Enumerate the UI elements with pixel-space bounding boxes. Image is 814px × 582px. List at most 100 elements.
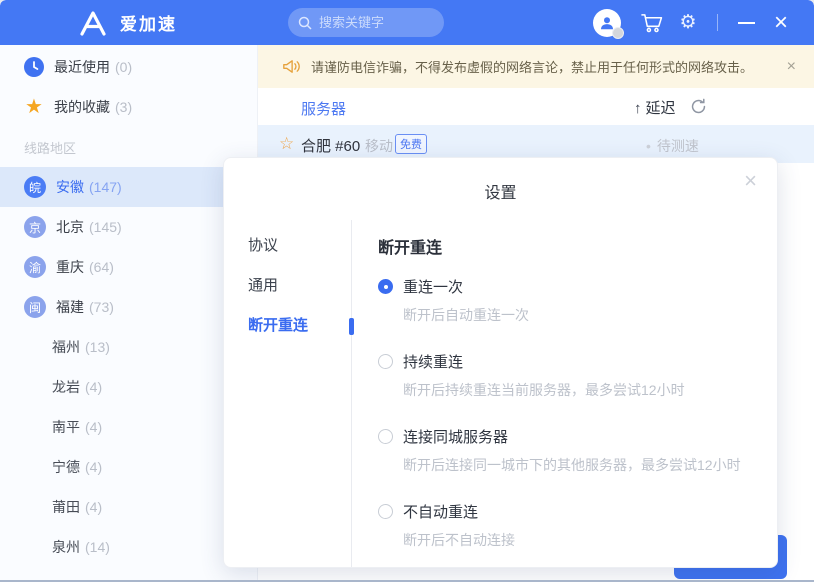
city-count: (4)	[85, 419, 103, 435]
option-label: 连接同城服务器	[403, 429, 509, 446]
option-reconnect-once[interactable]: 重连一次 断开后自动重连一次	[378, 276, 747, 325]
option-label: 不自动重连	[403, 504, 479, 521]
avatar-status-badge	[612, 26, 624, 39]
search-input[interactable]	[319, 15, 429, 30]
app-title: 爱加速	[120, 15, 177, 34]
option-desc: 断开后自动重连一次	[403, 307, 529, 323]
sidebar-item-fuzhou[interactable]: 福州 (13)	[0, 327, 257, 367]
clock-icon	[24, 57, 44, 77]
gear-icon[interactable]: ⚙	[676, 0, 700, 45]
region-count: (145)	[89, 219, 122, 235]
radio-icon[interactable]	[378, 429, 393, 444]
sidebar: 最近使用 (0) ★ 我的收藏 (3) 线路地区 皖 安徽 (147) 京 北京…	[0, 45, 258, 580]
tab-reconnect[interactable]: 断开重连	[224, 306, 354, 346]
app-logo: 爱加速	[78, 0, 177, 45]
sidebar-item-recent[interactable]: 最近使用 (0)	[0, 47, 257, 87]
search-icon	[298, 16, 312, 30]
tab-general[interactable]: 通用	[224, 266, 351, 306]
city-count: (14)	[85, 539, 110, 555]
region-label: 重庆	[56, 259, 84, 275]
region-label: 福建	[56, 299, 84, 315]
refresh-icon[interactable]	[690, 98, 707, 115]
city-label: 泉州	[52, 539, 80, 555]
region-count: (64)	[89, 259, 114, 275]
city-count: (13)	[85, 339, 110, 355]
free-badge: 免费	[395, 134, 427, 154]
banner-text: 请谨防电信诈骗，不得发布虚假的网络言论，禁止用于任何形式的网络攻击。	[311, 60, 754, 75]
city-label: 福州	[52, 339, 80, 355]
reconnect-settings-pane: 断开重连 重连一次 断开后自动重连一次 持续重连 断开后持续重连当前服务器，最多…	[352, 220, 777, 567]
city-count: (4)	[85, 499, 103, 515]
city-count: (4)	[85, 379, 103, 395]
sidebar-item-count: (0)	[115, 59, 133, 75]
megaphone-icon	[282, 58, 301, 75]
region-count: (73)	[89, 299, 114, 315]
option-desc: 断开后持续重连当前服务器，最多尝试12小时	[403, 382, 685, 398]
banner-close-icon[interactable]: ×	[787, 58, 796, 76]
region-label: 北京	[56, 219, 84, 235]
option-same-city-server[interactable]: 连接同城服务器 断开后连接同一城市下的其他服务器，最多尝试12小时	[378, 426, 747, 475]
minimize-button[interactable]	[733, 0, 759, 45]
region-label: 安徽	[56, 179, 84, 195]
sidebar-item-clipped[interactable]: 三明	[0, 567, 257, 580]
option-continuous-reconnect[interactable]: 持续重连 断开后持续重连当前服务器，最多尝试12小时	[378, 351, 747, 400]
option-label: 持续重连	[403, 354, 464, 371]
latency-sort[interactable]: ↑ 延迟	[634, 97, 676, 118]
close-button[interactable]: ×	[767, 0, 795, 45]
notice-banner: 请谨防电信诈骗，不得发布虚假的网络言论，禁止用于任何形式的网络攻击。 ×	[258, 45, 814, 88]
sidebar-item-nanping[interactable]: 南平 (4)	[0, 407, 257, 447]
modal-close-icon[interactable]: ×	[744, 170, 757, 192]
server-list-header: 服务器 ↑ 延迟	[258, 88, 814, 125]
sidebar-item-ningde[interactable]: 宁德 (4)	[0, 447, 257, 487]
sidebar-item-chongqing[interactable]: 渝 重庆 (64)	[0, 247, 257, 287]
section-title: 断开重连	[378, 240, 443, 257]
option-label: 重连一次	[403, 279, 464, 296]
region-badge: 京	[24, 216, 46, 238]
sidebar-item-putian[interactable]: 莆田 (4)	[0, 487, 257, 527]
settings-modal: 设置 × 协议 通用 断开重连 断开重连 重连一次 断开后自动重连一次 持续重连…	[223, 157, 778, 568]
sidebar-item-beijing[interactable]: 京 北京 (145)	[0, 207, 257, 247]
settings-tab-list: 协议 通用 断开重连	[224, 220, 354, 567]
sort-arrow-icon: ↑	[634, 100, 642, 117]
user-avatar[interactable]	[592, 0, 624, 45]
star-icon: ★	[25, 96, 43, 118]
status-dot: •	[646, 138, 651, 154]
city-count: (4)	[85, 459, 103, 475]
radio-selected-icon[interactable]	[378, 279, 393, 294]
topbar: 爱加速 ⚙ ×	[0, 0, 814, 45]
server-status: • 待测速	[646, 138, 699, 154]
server-name: 合肥 #60	[301, 138, 361, 155]
region-badge: 渝	[24, 256, 46, 278]
favorite-star-icon[interactable]: ☆	[279, 134, 294, 154]
app-logo-icon	[78, 10, 108, 36]
city-label: 三明	[52, 577, 80, 580]
option-desc: 断开后连接同一城市下的其他服务器，最多尝试12小时	[403, 457, 741, 473]
option-desc: 断开后不自动连接	[403, 532, 515, 548]
radio-icon[interactable]	[378, 504, 393, 519]
region-badge: 闽	[24, 296, 46, 318]
radio-icon[interactable]	[378, 354, 393, 369]
sidebar-item-quanzhou[interactable]: 泉州 (14)	[0, 527, 257, 567]
carrier-label: 移动	[365, 138, 393, 154]
tab-protocol[interactable]: 协议	[224, 226, 351, 266]
region-count: (147)	[89, 179, 122, 195]
sidebar-item-fujian[interactable]: 闽 福建 (73)	[0, 287, 257, 327]
section-label-regions: 线路地区	[24, 140, 77, 156]
region-badge: 皖	[24, 176, 46, 198]
topbar-divider	[717, 14, 718, 31]
sidebar-item-anhui[interactable]: 皖 安徽 (147)	[0, 167, 257, 207]
app-window: 爱加速 ⚙ × 最近使用 (0)	[0, 0, 814, 582]
server-column-header: 服务器	[301, 101, 347, 118]
cart-icon[interactable]	[638, 0, 664, 45]
sidebar-item-count: (3)	[115, 99, 133, 115]
sidebar-item-label: 最近使用	[54, 59, 110, 75]
city-label: 莆田	[52, 499, 80, 515]
city-label: 宁德	[52, 459, 80, 475]
sidebar-item-favorites[interactable]: ★ 我的收藏 (3)	[0, 87, 257, 127]
option-no-auto-reconnect[interactable]: 不自动重连 断开后不自动连接	[378, 501, 747, 550]
sidebar-item-label: 我的收藏	[54, 99, 110, 115]
sidebar-item-longyan[interactable]: 龙岩 (4)	[0, 367, 257, 407]
search-box[interactable]	[288, 8, 444, 37]
city-label: 龙岩	[52, 379, 80, 395]
city-label: 南平	[52, 419, 80, 435]
